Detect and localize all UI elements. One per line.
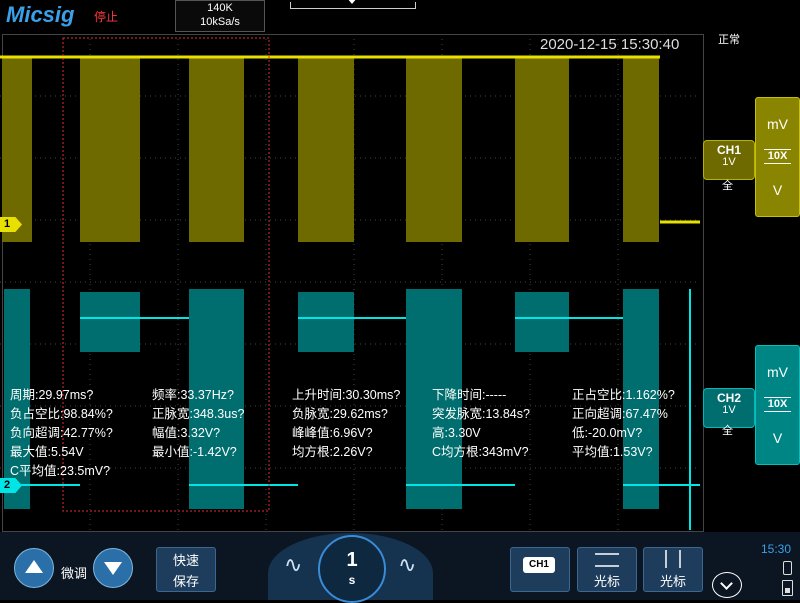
usb-icon [783,561,792,575]
cursor-label: 光标 [593,574,620,589]
timebase-knob[interactable]: 1 s [318,535,386,603]
measurement-item: 周期:29.97ms? [10,388,94,402]
vertical-cursor-button[interactable]: 光标 [643,547,703,592]
ch2-volt-scale-panel[interactable]: mV 10X V [755,345,800,465]
fine-up-button[interactable] [14,548,54,588]
battery-icon [782,580,793,596]
channel-select-button[interactable]: CH1 [510,547,570,592]
measurement-row: 负占空比:98.84%? 正脉宽:348.3us? 负脉宽:29.62ms? 突… [10,403,700,422]
chevron-down-icon[interactable] [712,572,742,598]
wave-expand-icon[interactable]: ∿ [398,552,416,578]
measurement-item: C平均值:23.5mV? [10,464,111,478]
measurement-item: 负脉宽:29.62ms? [292,407,388,421]
ch1-probe-ratio[interactable]: 10X [764,149,791,164]
run-stop-status[interactable]: 停止 [94,8,118,25]
ch2-mv-button[interactable]: mV [756,364,799,380]
measurement-item: C均方根:343mV? [432,445,529,459]
measurement-item: 负向超调:42.77%? [10,426,113,440]
measurement-row: 周期:29.97ms? 频率:33.37Hz? 上升时间:30.30ms? 下降… [10,384,700,403]
quick-save-label-2: 保存 [172,574,199,589]
acquisition-info[interactable]: 140K 10kSa/s [175,0,265,32]
measurement-item: 下降时间:----- [432,388,507,402]
vertical-cursor-icon [665,550,681,568]
measurement-item: 幅值:3.32V? [152,426,221,440]
ch1-mv-button[interactable]: mV [756,116,799,132]
measurement-item: 最小值:-1.42V? [152,445,237,459]
quick-save-button[interactable]: 快速 保存 [156,547,216,592]
sample-rate: 10kSa/s [200,16,240,28]
ch2-probe-ratio[interactable]: 10X [764,397,791,412]
ch2-scale: 1V [722,404,736,416]
measurement-item: 频率:33.37Hz? [152,388,234,402]
measurement-item: 高:3.30V [432,426,481,440]
fine-down-button[interactable] [93,548,133,588]
ch1-v-button[interactable]: V [756,182,799,198]
trigger-position-marker [347,0,357,4]
measurement-item: 正脉宽:348.3us? [152,407,245,421]
wave-compress-icon[interactable]: ∿ [284,552,302,578]
down-arrow-icon [104,562,122,575]
measurement-row: 负向超调:42.77%? 幅值:3.32V? 峰峰值:6.96V? 高:3.30… [10,422,700,441]
ch2-name: CH2 [716,391,741,405]
ch2-v-button[interactable]: V [756,430,799,446]
timebase-value: 1 [346,549,358,571]
measurement-item: 最大值:5.54V [10,445,84,459]
ch1-volt-scale-panel[interactable]: mV 10X V [755,97,800,217]
measurement-item: 峰峰值:6.96V? [292,426,373,440]
trigger-status[interactable]: 正常 [718,31,740,47]
memory-timeline[interactable] [290,0,416,9]
measurement-item: 正占空比:1.162%? [572,388,675,402]
fine-tune-label: 微调 [61,566,88,581]
measurement-item: 上升时间:30.30ms? [292,388,401,402]
measurement-item: 突发脉宽:13.84s? [432,407,530,421]
measurement-panel: 周期:29.97ms? 频率:33.37Hz? 上升时间:30.30ms? 下降… [10,384,700,479]
measurement-item: 正向超调:67.47% [572,407,668,421]
top-bar: Micsig 停止 140K 10kSa/s 正常 [0,0,800,46]
horizontal-cursor-icon [595,553,619,567]
brand-logo: Micsig [6,2,75,27]
timestamp: 2020-12-15 15:30:40 [540,36,680,53]
quick-save-label-1: 快速 [172,553,199,568]
ch2-coupling: 全 [722,425,733,437]
clock: 15:30 [761,542,792,556]
ch1-coupling: 全 [722,180,733,192]
horizontal-cursor-button[interactable]: 光标 [577,547,637,592]
measurement-item: 均方根:2.26V? [292,445,373,459]
up-arrow-icon [25,560,43,573]
ch1-name: CH1 [716,143,741,157]
timebase-unit: s [348,573,356,587]
ch1-scale: 1V [722,156,736,168]
memory-depth: 140K [207,2,233,14]
measurement-item: 低:-20.0mV? [572,426,643,440]
measurement-row: C平均值:23.5mV? [10,460,700,479]
ch1-chip: CH1 [523,557,561,579]
ch1-trace [2,56,659,242]
measurement-item: 平均值:1.53V? [572,445,653,459]
measurement-item: 负占空比:98.84%? [10,407,113,421]
cursor-label: 光标 [659,574,686,589]
ch1-label-button[interactable]: CH1 1V [703,140,755,180]
measurement-row: 最大值:5.54V 最小值:-1.42V? 均方根:2.26V? C均方根:34… [10,441,700,460]
